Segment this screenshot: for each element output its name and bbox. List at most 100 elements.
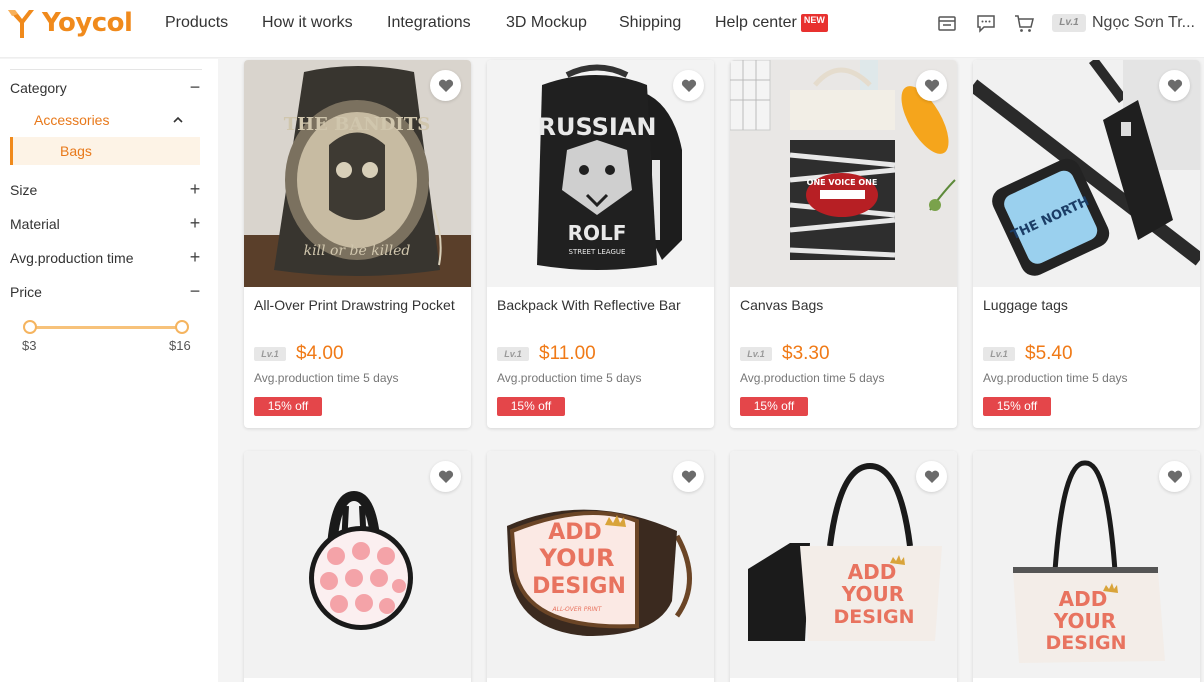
nav-products[interactable]: Products (165, 14, 228, 32)
level-badge: Lv.1 (983, 347, 1015, 361)
filter-production-time-label: Avg.production time (10, 250, 134, 266)
production-time: Avg.production time 5 days (254, 371, 399, 385)
expand-icon[interactable]: + (188, 213, 202, 234)
filter-price-label: Price (10, 284, 42, 300)
product-card[interactable]: ADD YOUR DESIGN (730, 451, 957, 682)
product-price: $4.00 (296, 343, 344, 364)
price-min-label: $3 (22, 338, 37, 353)
product-price: $5.40 (1025, 343, 1073, 364)
production-time: Avg.production time 5 days (983, 371, 1128, 385)
heart-icon (924, 470, 939, 483)
collapse-icon[interactable]: − (188, 281, 202, 302)
backpack-art-sub: STREET LEAGUE (569, 248, 626, 256)
cart-icon[interactable] (1013, 12, 1035, 34)
filter-price[interactable]: Price − (10, 281, 202, 304)
design-art-line1: ADD (848, 560, 897, 584)
design-art-line4: ALL-OVER PRINT (552, 606, 603, 613)
filter-material-label: Material (10, 216, 60, 232)
nav-integrations[interactable]: Integrations (387, 14, 471, 32)
backpack-art-title: RUSSIAN (537, 113, 656, 141)
favorite-button[interactable] (673, 461, 704, 492)
design-art-line1: ADD (1059, 587, 1108, 611)
design-art-line2: YOUR (539, 544, 615, 572)
product-card[interactable]: ONE VOICE ONE Canvas Bags Lv.1 $3.30 Avg… (730, 60, 957, 428)
collapse-icon[interactable]: − (188, 77, 202, 98)
production-time: Avg.production time 5 days (497, 371, 642, 385)
heart-icon (681, 470, 696, 483)
drawstring-art-title: THE BANDITS (284, 114, 430, 135)
product-card[interactable]: THE NORTH Luggage tags Lv.1 $5.40 Avg.pr… (973, 60, 1200, 428)
category-bags-label: Bags (60, 143, 92, 159)
filter-category[interactable]: Category − (10, 77, 202, 100)
expand-icon[interactable]: + (188, 247, 202, 268)
product-price: $11.00 (539, 343, 596, 364)
heart-icon (1167, 470, 1182, 483)
favorite-button[interactable] (1159, 70, 1190, 101)
filter-production-time[interactable]: Avg.production time + (10, 247, 202, 270)
sidebar-divider (10, 69, 202, 70)
nav-help-center-label: Help center (715, 14, 797, 31)
heart-icon (681, 79, 696, 92)
filter-category-label: Category (10, 80, 67, 96)
expand-icon[interactable]: + (188, 179, 202, 200)
price-slider-min-handle[interactable] (23, 320, 37, 334)
drawstring-art-tagline: kill or be killed (304, 243, 411, 259)
discount-badge: 15% off (983, 397, 1051, 416)
favorite-button[interactable] (916, 461, 947, 492)
chat-icon[interactable] (975, 12, 997, 34)
filter-material[interactable]: Material + (10, 213, 202, 236)
price-slider-track[interactable] (30, 326, 182, 329)
product-title[interactable]: Backpack With Reflective Bar (497, 297, 681, 313)
level-badge: Lv.1 (497, 347, 529, 361)
category-bags[interactable]: Bags (10, 137, 200, 165)
heart-icon (1167, 79, 1182, 92)
user-level-badge: Lv.1 (1052, 14, 1086, 32)
product-title[interactable]: All-Over Print Drawstring Pocket (254, 297, 455, 313)
level-badge: Lv.1 (254, 347, 286, 361)
product-card[interactable]: ADD YOUR DESIGN (973, 451, 1200, 682)
nav-shipping[interactable]: Shipping (619, 14, 681, 32)
product-card[interactable]: THE BANDITS kill or be killed All-Over P… (244, 60, 471, 428)
nav-how-it-works[interactable]: How it works (262, 14, 353, 32)
product-card[interactable]: RUSSIAN ROLF STREET LEAGUE Backpack With… (487, 60, 714, 428)
product-card[interactable] (244, 451, 471, 682)
product-title[interactable]: Canvas Bags (740, 297, 823, 313)
brand-name: Yoycol (42, 8, 133, 38)
design-art-line1: ADD (548, 520, 602, 545)
category-accessories[interactable]: Accessories (34, 112, 109, 128)
heart-icon (924, 79, 939, 92)
favorite-button[interactable] (916, 70, 947, 101)
heart-icon (438, 470, 453, 483)
product-price: $3.30 (782, 343, 830, 364)
filter-size[interactable]: Size + (10, 179, 202, 202)
design-art-line3: DESIGN (833, 606, 914, 628)
production-time: Avg.production time 5 days (740, 371, 885, 385)
store-icon[interactable] (936, 12, 958, 34)
canvas-art-title: ONE VOICE ONE (807, 178, 878, 187)
discount-badge: 15% off (740, 397, 808, 416)
product-title[interactable]: Luggage tags (983, 297, 1068, 313)
chevron-up-icon[interactable] (172, 115, 184, 123)
backpack-art-word: ROLF (568, 221, 627, 245)
nav-3d-mockup[interactable]: 3D Mockup (506, 14, 587, 32)
brand-logo[interactable]: Yoycol (6, 6, 133, 40)
price-max-label: $16 (169, 338, 191, 353)
filter-size-label: Size (10, 182, 38, 198)
design-art-line3: DESIGN (532, 574, 626, 599)
favorite-button[interactable] (430, 70, 461, 101)
new-badge: NEW (800, 14, 828, 32)
design-art-line3: DESIGN (1045, 632, 1126, 654)
user-name[interactable]: Ngọc Sơn Tr... (1092, 14, 1195, 32)
nav-help-center[interactable]: Help center NEW (715, 14, 828, 32)
favorite-button[interactable] (430, 461, 461, 492)
favorite-button[interactable] (673, 70, 704, 101)
discount-badge: 15% off (254, 397, 322, 416)
filter-sidebar: Category − Accessories Bags Size + Mater… (0, 59, 218, 682)
price-slider-max-handle[interactable] (175, 320, 189, 334)
logo-icon (8, 10, 34, 38)
discount-badge: 15% off (497, 397, 565, 416)
product-card[interactable]: ADD YOUR DESIGN ALL-OVER PRINT (487, 451, 714, 682)
favorite-button[interactable] (1159, 461, 1190, 492)
level-badge: Lv.1 (740, 347, 772, 361)
heart-icon (438, 79, 453, 92)
